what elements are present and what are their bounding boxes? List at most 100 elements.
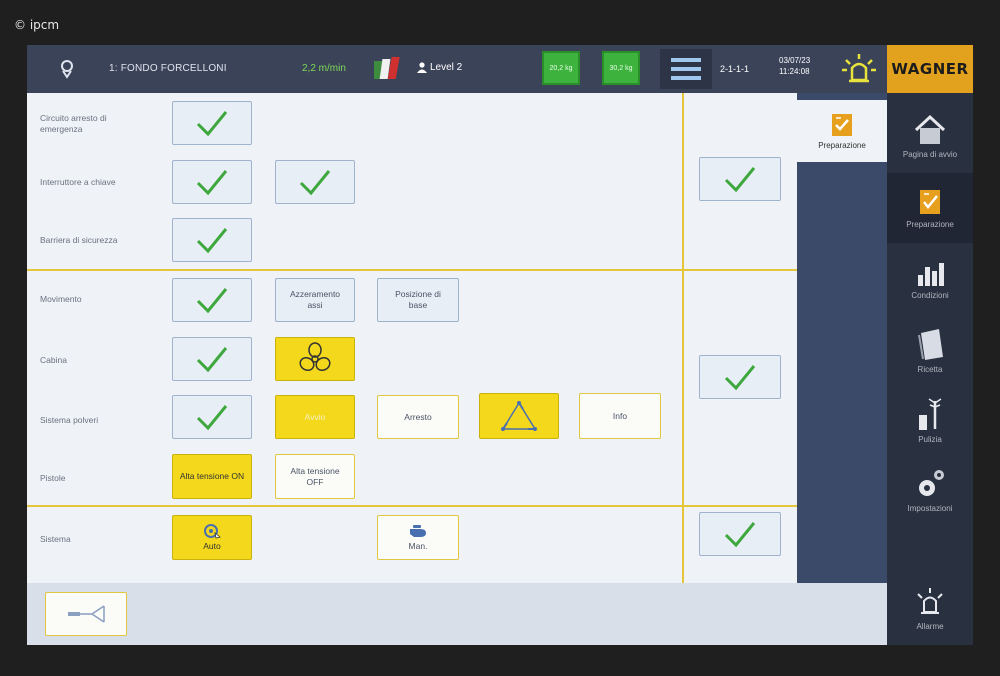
row-label-booth: Cabina bbox=[40, 355, 67, 365]
check-icon bbox=[724, 522, 756, 548]
stop-label: Arresto bbox=[404, 411, 432, 422]
auto-label: Auto bbox=[203, 541, 221, 551]
check-icon bbox=[196, 347, 228, 373]
row-label-guns: Pistole bbox=[40, 473, 66, 483]
menu-button[interactable] bbox=[660, 49, 712, 89]
bottom-bar bbox=[27, 583, 887, 645]
row-label-system: Sistema bbox=[40, 534, 71, 544]
hand-icon bbox=[410, 525, 426, 537]
row-label-emergency: Circuito arresto di emergenza bbox=[40, 113, 107, 134]
safety-barrier-status-button[interactable] bbox=[172, 218, 252, 262]
info-label: Info bbox=[612, 410, 628, 421]
books-icon[interactable] bbox=[373, 55, 403, 81]
side-panel bbox=[797, 93, 887, 645]
nav-label-recipe: Ricetta bbox=[917, 364, 943, 374]
section-3-status-button[interactable] bbox=[699, 512, 781, 556]
powder-gauge-2[interactable]: 30,2 kg bbox=[602, 51, 640, 85]
top-bar: 1: FONDO FORCELLONI 2,2 m/min Level 2 20… bbox=[27, 45, 887, 93]
key-switch-status-button[interactable] bbox=[172, 160, 252, 204]
column-divider bbox=[682, 93, 684, 583]
row-label-safety-barrier: Barriera di sicurezza bbox=[40, 235, 118, 245]
date-time: 03/07/23 11:24:08 bbox=[779, 55, 810, 77]
nav-item-preparation[interactable]: Preparazione bbox=[887, 173, 973, 243]
checklist-icon bbox=[920, 189, 940, 214]
alarm-indicator-icon[interactable] bbox=[839, 50, 879, 88]
tab-label: Preparazione bbox=[818, 140, 866, 150]
section-1-status-button[interactable] bbox=[699, 157, 781, 201]
axis-reset-label: Azzeramento assi bbox=[289, 289, 341, 310]
check-icon bbox=[196, 288, 228, 314]
section-divider-1 bbox=[27, 269, 797, 271]
row-label-powder-system: Sistema polveri bbox=[40, 415, 99, 425]
nav-label-home: Pagina di avvio bbox=[902, 149, 958, 159]
hmi-screen: 1: FONDO FORCELLONI 2,2 m/min Level 2 20… bbox=[27, 45, 973, 645]
key-switch-status-button-2[interactable] bbox=[275, 160, 355, 204]
recycle-button[interactable] bbox=[479, 393, 559, 439]
alarm-icon bbox=[917, 587, 943, 614]
nav-item-conditions[interactable]: Condizioni bbox=[887, 245, 973, 315]
check-icon bbox=[196, 405, 228, 431]
tab-preparazione[interactable]: Preparazione bbox=[797, 100, 887, 162]
start-label: Avvio bbox=[304, 411, 326, 422]
nav-label-conditions: Condizioni bbox=[911, 290, 949, 300]
nav-item-home[interactable]: Pagina di avvio bbox=[887, 101, 973, 171]
operator-icon[interactable] bbox=[57, 59, 77, 79]
check-icon bbox=[724, 167, 756, 193]
high-voltage-on-label: Alta tensione ON bbox=[179, 471, 245, 481]
recycle-icon bbox=[501, 401, 537, 431]
check-icon bbox=[299, 170, 331, 196]
gauge-2-value: 30,2 kg bbox=[609, 64, 633, 72]
stop-button[interactable]: Arresto bbox=[377, 395, 459, 439]
date: 03/07/23 bbox=[779, 56, 811, 65]
info-button[interactable]: Info bbox=[579, 393, 661, 439]
nav-item-alarm[interactable]: Allarme bbox=[887, 573, 973, 643]
auto-icon bbox=[204, 524, 221, 539]
notebook-icon bbox=[918, 328, 943, 360]
powder-system-status-button[interactable] bbox=[172, 395, 252, 439]
section-divider-2 bbox=[27, 505, 797, 507]
booth-fan-button[interactable] bbox=[275, 337, 355, 381]
movement-status-button[interactable] bbox=[172, 278, 252, 322]
spray-gun-button[interactable] bbox=[45, 592, 127, 636]
nav-label-alarm: Allarme bbox=[916, 621, 944, 631]
nav-item-settings[interactable]: Impostazioni bbox=[887, 455, 973, 525]
gauge-1-value: 20,2 kg bbox=[549, 64, 573, 72]
nav-label-settings: Impostazioni bbox=[907, 503, 953, 513]
manual-label: Man. bbox=[408, 541, 428, 551]
high-voltage-off-button[interactable]: Alta tensione OFF bbox=[275, 454, 355, 499]
gear-icon bbox=[919, 469, 944, 496]
user-icon bbox=[417, 62, 427, 73]
check-icon bbox=[196, 228, 228, 254]
time: 11:24:08 bbox=[779, 67, 810, 76]
manual-mode-button[interactable]: Man. bbox=[377, 515, 459, 560]
bar-chart-icon bbox=[918, 262, 944, 286]
start-button[interactable]: Avvio bbox=[275, 395, 355, 439]
user-level[interactable]: Level 2 bbox=[417, 62, 462, 73]
axis-reset-button[interactable]: Azzeramento assi bbox=[275, 278, 355, 322]
program-name: 1: FONDO FORCELLONI bbox=[109, 63, 227, 74]
station-code: 2-1-1-1 bbox=[720, 64, 750, 74]
main-navigation: Pagina di avvio Preparazione Condizioni … bbox=[887, 93, 973, 645]
cleaning-icon bbox=[919, 397, 942, 430]
booth-status-button[interactable] bbox=[172, 337, 252, 381]
auto-mode-button[interactable]: Auto bbox=[172, 515, 252, 560]
level-label: Level 2 bbox=[430, 62, 463, 73]
nav-item-recipe[interactable]: Ricetta bbox=[887, 315, 973, 385]
wagner-logo: WAGNER bbox=[887, 45, 973, 93]
emergency-status-button[interactable] bbox=[172, 101, 252, 145]
section-2-status-button[interactable] bbox=[699, 355, 781, 399]
row-label-movement: Movimento bbox=[40, 294, 82, 304]
check-icon bbox=[196, 111, 228, 137]
base-position-button[interactable]: Posizione di base bbox=[377, 278, 459, 322]
high-voltage-off-label: Alta tensione OFF bbox=[290, 465, 340, 487]
watermark: © ipcm bbox=[14, 18, 60, 32]
spray-gun-icon bbox=[68, 605, 105, 623]
high-voltage-on-button[interactable]: Alta tensione ON bbox=[172, 454, 252, 499]
home-icon bbox=[914, 114, 946, 144]
powder-gauge-1[interactable]: 20,2 kg bbox=[542, 51, 580, 85]
row-label-key-switch: Interruttore a chiave bbox=[40, 177, 116, 187]
nav-item-cleaning[interactable]: Pulizia bbox=[887, 385, 973, 455]
checklist-icon bbox=[832, 113, 852, 136]
check-icon bbox=[724, 365, 756, 391]
base-position-label: Posizione di base bbox=[395, 289, 441, 310]
